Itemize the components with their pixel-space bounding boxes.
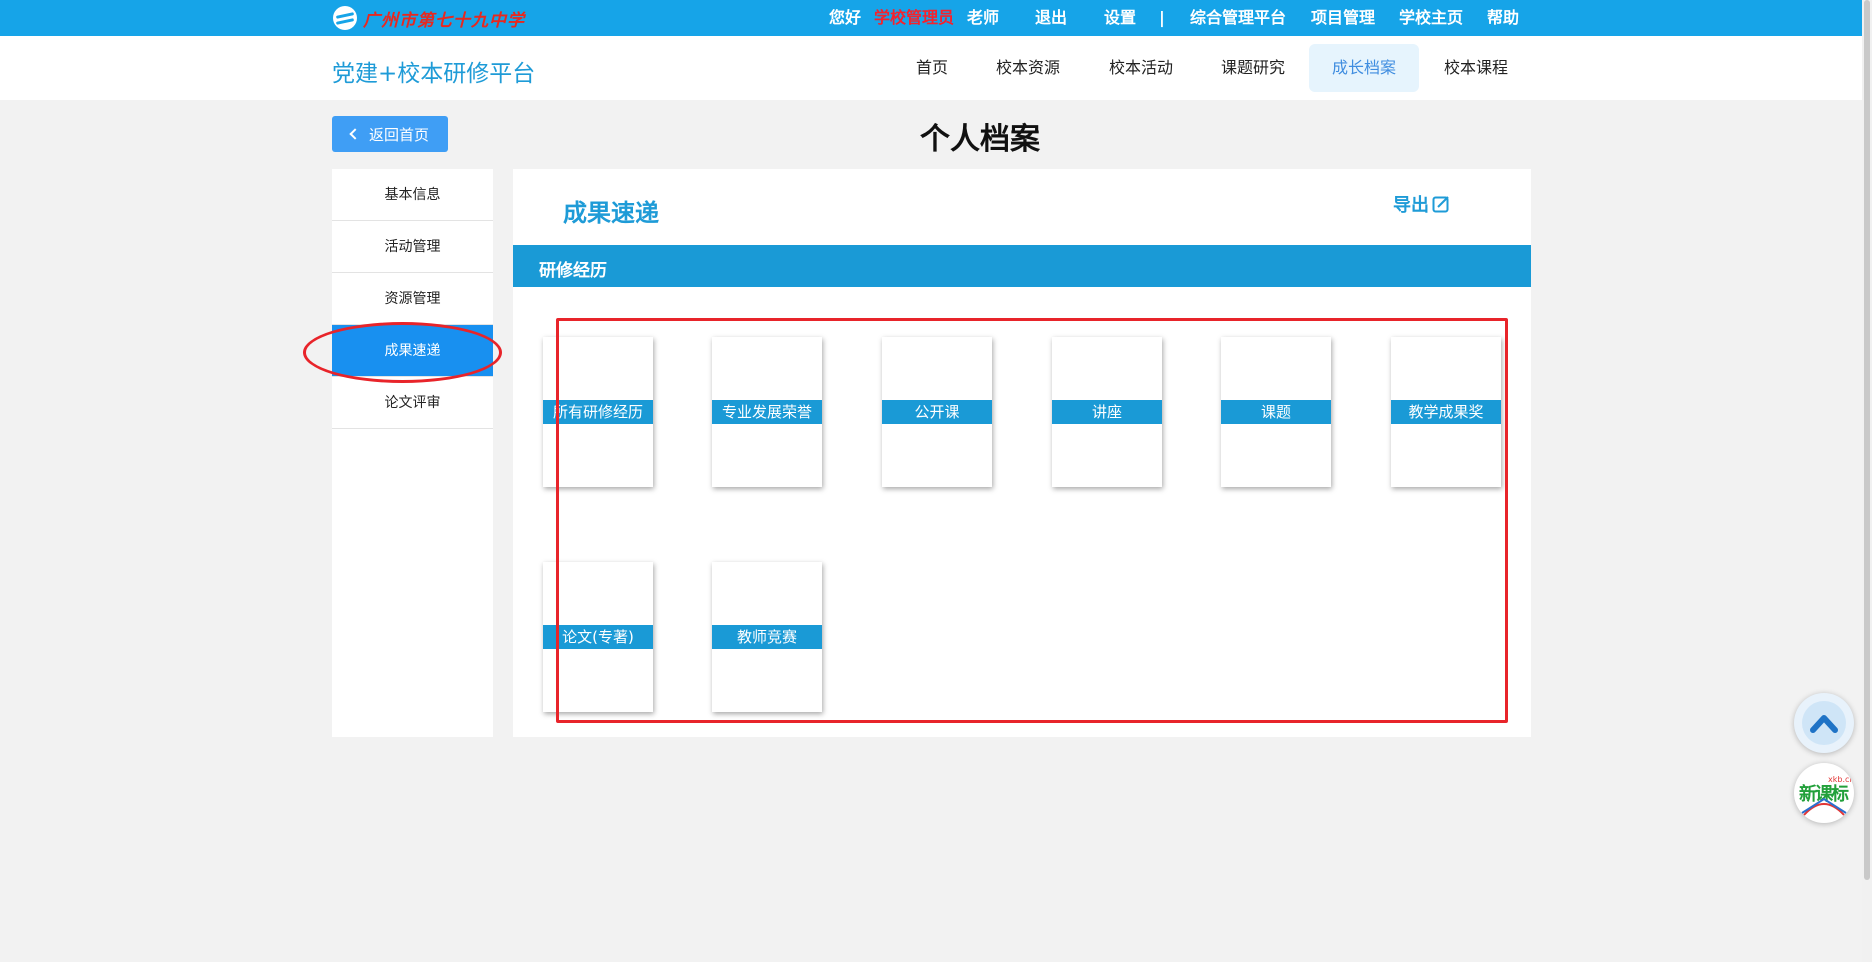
card-label: 讲座 bbox=[1052, 400, 1162, 424]
nav-home[interactable]: 首页 bbox=[894, 44, 970, 92]
site-title[interactable]: 党建+校本研修平台 bbox=[332, 54, 535, 88]
card-research-topic[interactable]: 课题 bbox=[1221, 337, 1331, 487]
card-open-class[interactable]: 公开课 bbox=[882, 337, 992, 487]
card-label: 专业发展荣誉 bbox=[712, 400, 822, 424]
card-label: 所有研修经历 bbox=[543, 400, 653, 424]
card-all-training[interactable]: 所有研修经历 bbox=[543, 337, 653, 487]
user-role: 学校管理员 bbox=[874, 8, 955, 27]
chevron-up-icon bbox=[1810, 715, 1838, 733]
nav-research-topics[interactable]: 课题研究 bbox=[1212, 44, 1294, 92]
main-nav: 党建+校本研修平台 首页 校本资源 校本活动 课题研究 成长档案 校本课程 bbox=[0, 36, 1862, 100]
back-home-label: 返回首页 bbox=[368, 125, 429, 144]
chevron-left-icon bbox=[349, 128, 361, 140]
panel-title: 成果速递 bbox=[563, 199, 659, 227]
top-link-school-home[interactable]: 学校主页 bbox=[1399, 8, 1463, 28]
settings-link[interactable]: 设置 bbox=[1104, 8, 1136, 28]
card-label: 教学成果奖 bbox=[1391, 400, 1501, 424]
nav-school-activities[interactable]: 校本活动 bbox=[1100, 44, 1182, 92]
export-button[interactable]: 导出 bbox=[1393, 191, 1450, 217]
sidebar-item-paper-review[interactable]: 论文评审 bbox=[332, 377, 493, 429]
back-home-button[interactable]: 返回首页 bbox=[332, 116, 448, 152]
card-label: 课题 bbox=[1221, 400, 1331, 424]
section-label: 研修经历 bbox=[539, 261, 607, 281]
export-label: 导出 bbox=[1393, 195, 1429, 216]
greeting-text: 您好 bbox=[829, 8, 862, 27]
top-link-help[interactable]: 帮助 bbox=[1487, 8, 1519, 28]
card-teaching-award[interactable]: 教学成果奖 bbox=[1391, 337, 1501, 487]
card-professional-honors[interactable]: 专业发展荣誉 bbox=[712, 337, 822, 487]
card-label: 论文(专著) bbox=[543, 625, 653, 649]
sidebar-item-basic-info[interactable]: 基本信息 bbox=[332, 169, 493, 221]
nav-school-resources[interactable]: 校本资源 bbox=[990, 44, 1066, 92]
sidebar-item-resource-management[interactable]: 资源管理 bbox=[332, 273, 493, 325]
nav-growth-archive[interactable]: 成长档案 bbox=[1309, 44, 1419, 92]
top-bar: 广州市第七十九中学 您好 学校管理员 老师 退出 设置 | 综合管理平台 项目管… bbox=[0, 0, 1872, 36]
user-suffix: 老师 bbox=[967, 8, 1000, 27]
logout-link[interactable]: 退出 bbox=[1035, 8, 1067, 28]
top-link-project-management[interactable]: 项目管理 bbox=[1311, 8, 1375, 28]
card-label: 教师竞赛 bbox=[712, 625, 822, 649]
sidebar-item-achievements[interactable]: 成果速递 bbox=[332, 325, 493, 377]
card-teacher-competition[interactable]: 教师竞赛 bbox=[712, 562, 822, 712]
top-separator: | bbox=[1159, 8, 1165, 27]
card-lecture[interactable]: 讲座 bbox=[1052, 337, 1162, 487]
back-to-top-button[interactable] bbox=[1794, 693, 1854, 753]
section-header: 研修经历 bbox=[513, 245, 1531, 287]
xkb-logo-button[interactable]: xkb.cn 新课标 bbox=[1794, 763, 1854, 823]
xkb-emblem-icon bbox=[1801, 797, 1847, 816]
nav-school-courses[interactable]: 校本课程 bbox=[1435, 44, 1517, 92]
vertical-scrollbar[interactable] bbox=[1862, 0, 1872, 962]
external-link-icon bbox=[1432, 196, 1449, 213]
sidebar-item-activity-management[interactable]: 活动管理 bbox=[332, 221, 493, 273]
achievements-panel: 成果速递 导出 研修经历 所有研修经历 专业发展荣誉 公开课 讲座 课题 教学成… bbox=[513, 169, 1531, 737]
scrollbar-thumb[interactable] bbox=[1864, 0, 1870, 880]
card-label: 公开课 bbox=[882, 400, 992, 424]
page-title: 个人档案 bbox=[920, 122, 1040, 157]
top-link-admin-platform[interactable]: 综合管理平台 bbox=[1190, 8, 1286, 28]
sidebar: 基本信息 活动管理 资源管理 成果速递 论文评审 bbox=[332, 169, 493, 737]
card-papers[interactable]: 论文(专著) bbox=[543, 562, 653, 712]
